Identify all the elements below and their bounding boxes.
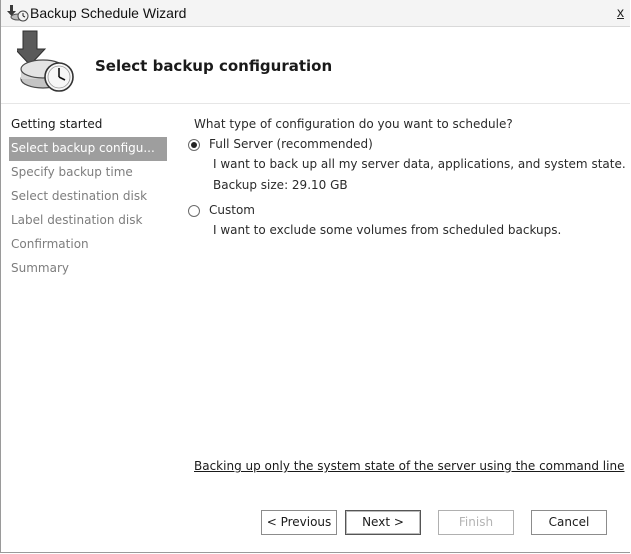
previous-button[interactable]: < Previous: [261, 510, 337, 535]
backup-clock-icon: [17, 30, 74, 92]
step-getting-started[interactable]: Getting started: [9, 113, 167, 137]
wizard-steps-nav: Getting started Select backup configu...…: [9, 113, 167, 281]
step-select-destination-disk[interactable]: Select destination disk: [9, 185, 167, 209]
full-server-description: I want to back up all my server data, ap…: [213, 157, 626, 171]
page-title: Select backup configuration: [95, 57, 333, 75]
step-summary[interactable]: Summary: [9, 257, 167, 281]
title-bar: Backup Schedule Wizard x: [1, 0, 630, 27]
next-button[interactable]: Next >: [345, 510, 421, 535]
command-line-help-link[interactable]: Backing up only the system state of the …: [194, 459, 624, 473]
custom-label: Custom: [209, 203, 255, 217]
wizard-header: Select backup configuration: [1, 27, 630, 104]
backup-wizard-icon: [7, 5, 29, 22]
custom-radio[interactable]: Custom: [188, 203, 255, 217]
full-server-radio[interactable]: Full Server (recommended): [188, 137, 373, 151]
step-select-backup-configuration[interactable]: Select backup configu...: [9, 137, 167, 161]
window-title: Backup Schedule Wizard: [30, 5, 187, 21]
cancel-button[interactable]: Cancel: [531, 510, 607, 535]
full-server-label: Full Server (recommended): [209, 137, 373, 151]
wizard-window: Backup Schedule Wizard x Select backup c…: [0, 0, 630, 553]
step-confirmation[interactable]: Confirmation: [9, 233, 167, 257]
step-specify-backup-time[interactable]: Specify backup time: [9, 161, 167, 185]
configuration-question: What type of configuration do you want t…: [194, 117, 513, 131]
close-button[interactable]: x: [617, 4, 629, 20]
step-label-destination-disk[interactable]: Label destination disk: [9, 209, 167, 233]
radio-unselected-icon[interactable]: [188, 204, 200, 217]
backup-size-text: Backup size: 29.10 GB: [213, 178, 348, 192]
radio-selected-icon[interactable]: [188, 138, 200, 151]
custom-description: I want to exclude some volumes from sche…: [213, 223, 562, 237]
finish-button: Finish: [438, 510, 514, 535]
